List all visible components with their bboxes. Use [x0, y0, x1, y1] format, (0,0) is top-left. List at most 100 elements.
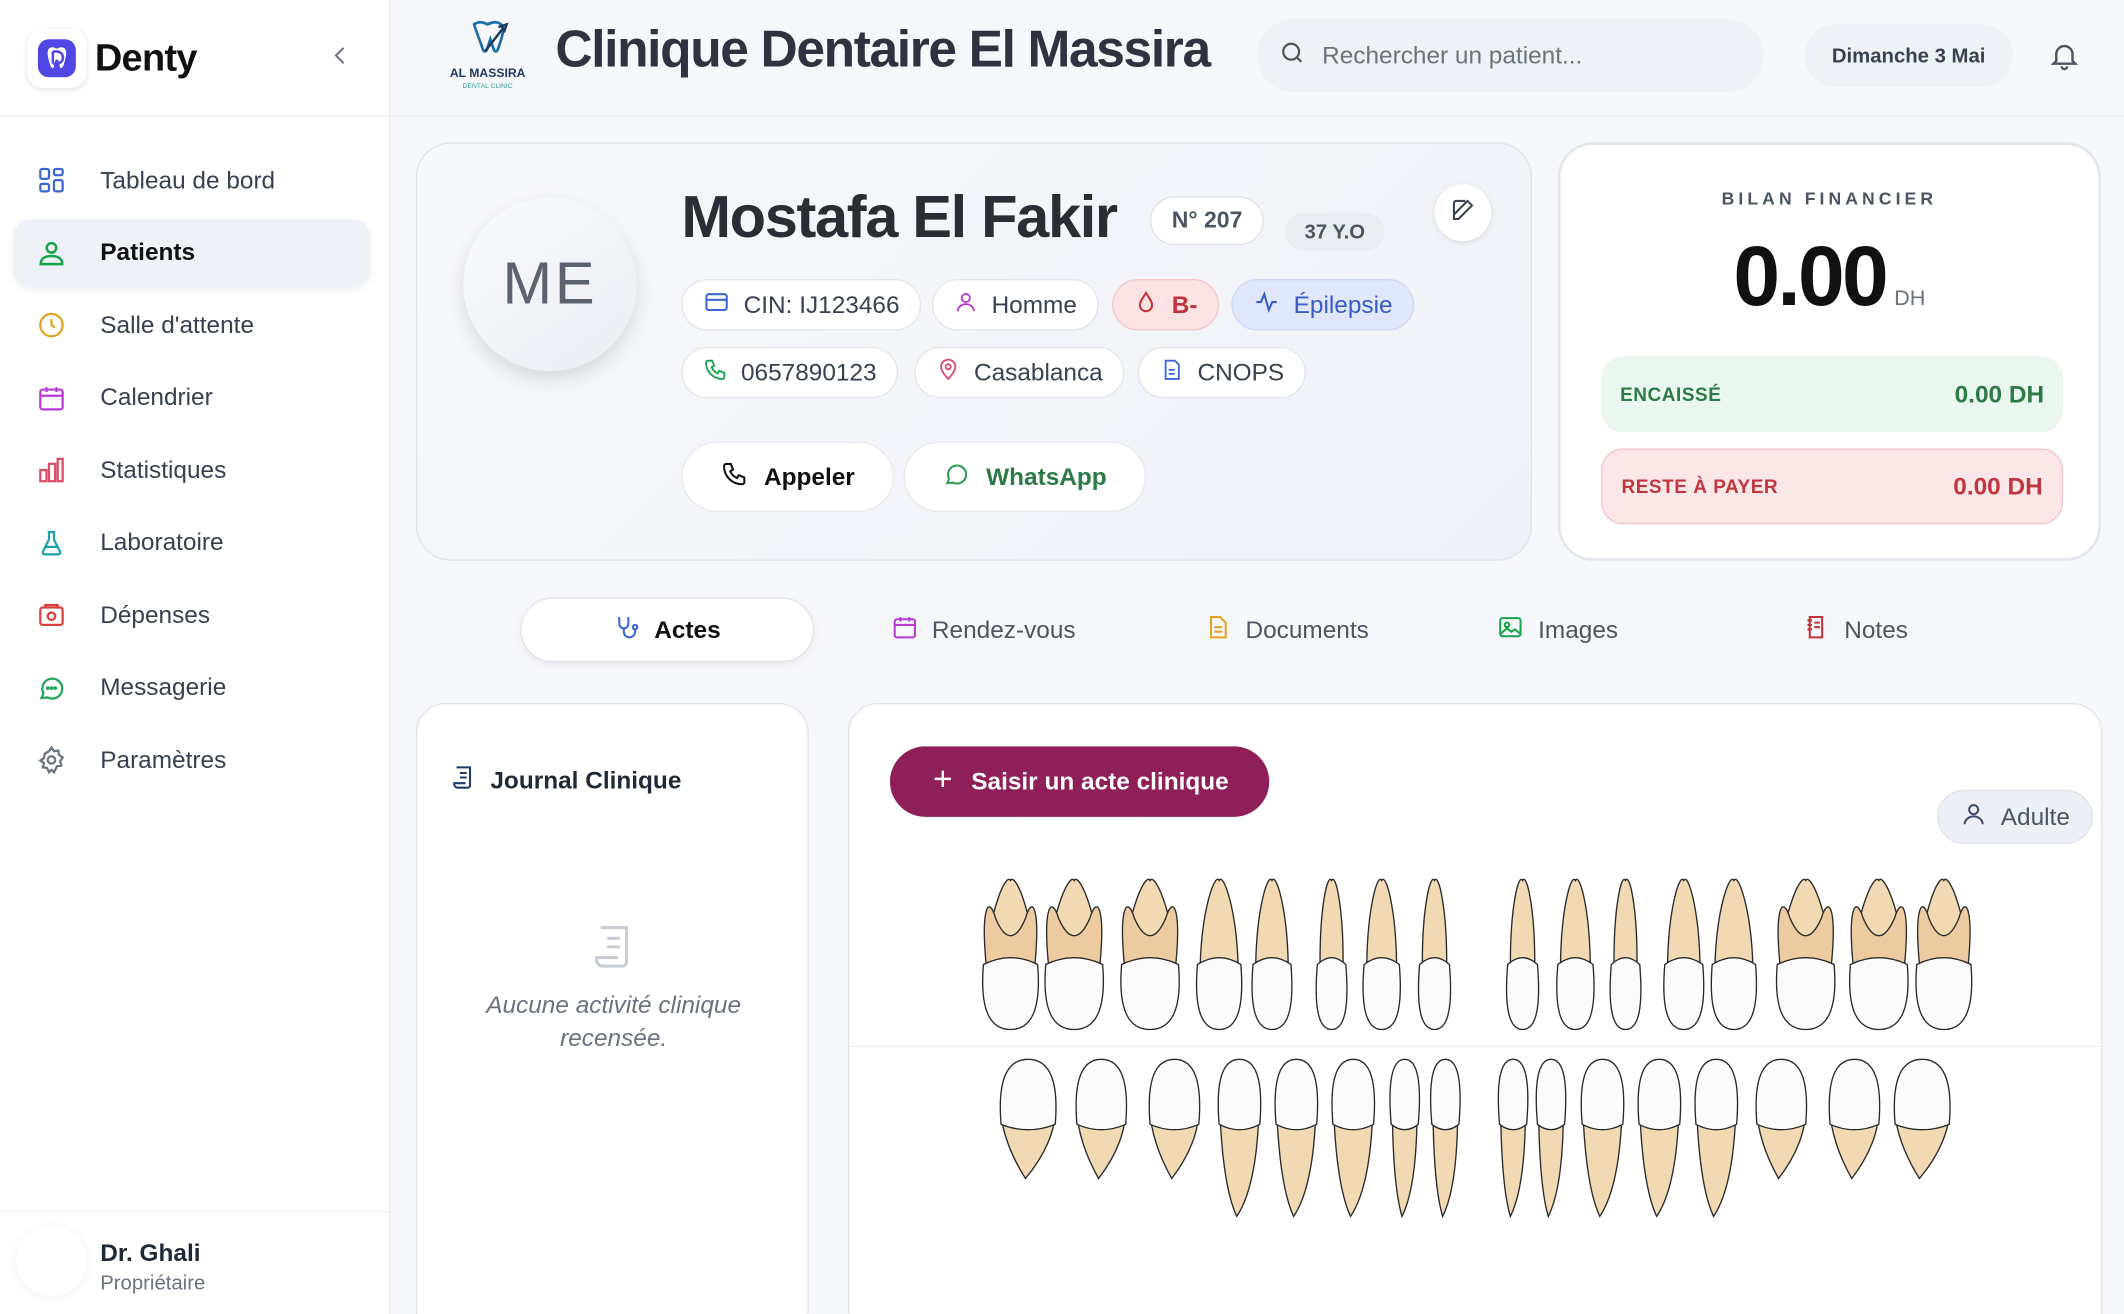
wallet-icon [35, 599, 68, 632]
calendar-icon [891, 613, 918, 647]
condition-value: Épilepsie [1293, 290, 1393, 318]
collapse-sidebar-button[interactable] [322, 38, 357, 73]
dental-chart-panel: Saisir un acte clinique Adulte [847, 703, 2103, 1314]
tab-actes[interactable]: Actes [520, 597, 815, 663]
upper-tooth[interactable] [1362, 878, 1402, 1031]
lower-tooth[interactable] [1274, 1058, 1319, 1218]
upper-tooth[interactable] [1663, 878, 1705, 1031]
lower-tooth[interactable] [1497, 1058, 1529, 1219]
upper-tooth[interactable] [1251, 878, 1293, 1031]
call-button-label: Appeler [763, 462, 855, 490]
user-profile[interactable]: Dr. Ghali Propriétaire [0, 1211, 391, 1314]
patient-name: Mostafa El Fakir [681, 184, 1118, 251]
clock-icon [35, 309, 68, 342]
tab-appointments[interactable]: Rendez-vous [848, 597, 1119, 662]
document-icon [1205, 613, 1232, 647]
activity-icon [1253, 288, 1280, 322]
sidebar-item-statistics[interactable]: Statistiques [14, 436, 370, 504]
sidebar-item-settings[interactable]: Paramètres [14, 726, 370, 794]
collected-value: 0.00 DH [1954, 379, 2045, 408]
journal-title: Journal Clinique [450, 764, 681, 798]
sidebar-item-label: Patients [100, 238, 196, 266]
remaining-value: 0.00 DH [1953, 472, 2043, 500]
remaining-label: RESTE À PAYER [1621, 475, 1779, 498]
sidebar-item-patients[interactable]: Patients [13, 218, 370, 287]
whatsapp-icon [943, 460, 970, 494]
user-name: Dr. Ghali [100, 1239, 201, 1267]
bell-icon[interactable] [2045, 37, 2083, 75]
lower-tooth[interactable] [1694, 1058, 1739, 1218]
sidebar-item-waiting-room[interactable]: Salle d'attente [14, 291, 370, 359]
total-amount: 0.00 [1733, 230, 1888, 324]
lower-tooth[interactable] [1217, 1058, 1262, 1218]
patient-search[interactable] [1257, 18, 1764, 93]
lower-tooth[interactable] [1331, 1058, 1376, 1218]
tab-documents[interactable]: Documents [1151, 597, 1422, 662]
upper-tooth[interactable] [1775, 878, 1836, 1031]
clinic-logo: AL MASSIRA DENTAL CLINIC [444, 16, 531, 92]
upper-tooth[interactable] [1710, 878, 1758, 1031]
upper-tooth[interactable] [982, 878, 1040, 1031]
blood-type-chip: B- [1112, 279, 1220, 331]
insurance-icon [1160, 357, 1184, 388]
sidebar-item-calendar[interactable]: Calendrier [14, 364, 370, 432]
tab-notes[interactable]: Notes [1747, 597, 1964, 662]
upper-tooth[interactable] [1120, 878, 1180, 1031]
user-role: Propriétaire [100, 1271, 206, 1295]
cin-value: CIN: IJ123466 [743, 290, 900, 318]
sidebar-item-messaging[interactable]: Messagerie [14, 654, 370, 722]
upper-tooth[interactable] [1195, 878, 1243, 1031]
lower-tooth[interactable] [999, 1058, 1057, 1180]
lower-tooth[interactable] [1535, 1058, 1567, 1219]
upper-tooth[interactable] [1609, 878, 1642, 1031]
flask-icon [35, 526, 68, 559]
notes-icon [1804, 613, 1831, 647]
clinical-journal-panel: Journal Clinique Aucune activité cliniqu… [415, 703, 809, 1314]
stethoscope-icon [614, 613, 641, 647]
lower-tooth[interactable] [1755, 1058, 1808, 1180]
sidebar-item-expenses[interactable]: Dépenses [14, 581, 370, 649]
phone-chip: 0657890123 [681, 346, 899, 399]
sidebar-item-label: Statistiques [100, 455, 227, 483]
dashboard-icon [35, 164, 68, 197]
upper-tooth[interactable] [1315, 878, 1348, 1031]
whatsapp-button[interactable]: WhatsApp [903, 441, 1146, 513]
svg-text:AL MASSIRA: AL MASSIRA [450, 66, 526, 80]
tab-label: Images [1538, 615, 1619, 643]
svg-text:DENTAL CLINIC: DENTAL CLINIC [463, 83, 513, 90]
patient-age-badge: 37 Y.O [1285, 212, 1385, 251]
upper-tooth[interactable] [1915, 878, 1973, 1031]
date-badge: Dimanche 3 Mai [1804, 24, 2013, 87]
upper-tooth[interactable] [1849, 878, 1909, 1031]
lower-tooth[interactable] [1637, 1058, 1682, 1218]
sidebar-nav: Tableau de bord Patients Salle d'attente… [0, 116, 389, 793]
blood-type-value: B- [1171, 290, 1198, 318]
lower-tooth[interactable] [1429, 1058, 1461, 1219]
lower-tooth[interactable] [1148, 1058, 1201, 1180]
call-button[interactable]: Appeler [681, 441, 895, 513]
search-input[interactable] [1322, 41, 1729, 70]
lower-tooth[interactable] [1389, 1058, 1421, 1219]
sidebar-item-label: Tableau de bord [100, 165, 276, 194]
tab-images[interactable]: Images [1436, 597, 1680, 662]
bar-chart-icon [35, 454, 68, 487]
calendar-icon [35, 381, 68, 414]
lower-tooth[interactable] [1580, 1058, 1625, 1218]
upper-tooth[interactable] [1044, 878, 1105, 1031]
upper-tooth[interactable] [1417, 878, 1452, 1031]
lower-tooth[interactable] [1075, 1058, 1128, 1180]
edit-patient-button[interactable] [1434, 184, 1492, 242]
phone-value: 0657890123 [740, 358, 877, 386]
upper-tooth[interactable] [1505, 878, 1540, 1031]
sidebar-item-label: Calendrier [100, 383, 213, 411]
cin-chip: CIN: IJ123466 [681, 279, 922, 331]
search-icon [1279, 39, 1306, 73]
sidebar-item-dashboard[interactable]: Tableau de bord [14, 146, 370, 214]
lower-tooth[interactable] [1893, 1058, 1951, 1180]
user-icon [954, 289, 978, 320]
edit-icon [1449, 196, 1476, 230]
sidebar-item-lab[interactable]: Laboratoire [14, 509, 370, 577]
total-currency: DH [1894, 287, 1926, 311]
upper-tooth[interactable] [1556, 878, 1595, 1031]
lower-tooth[interactable] [1828, 1058, 1881, 1180]
